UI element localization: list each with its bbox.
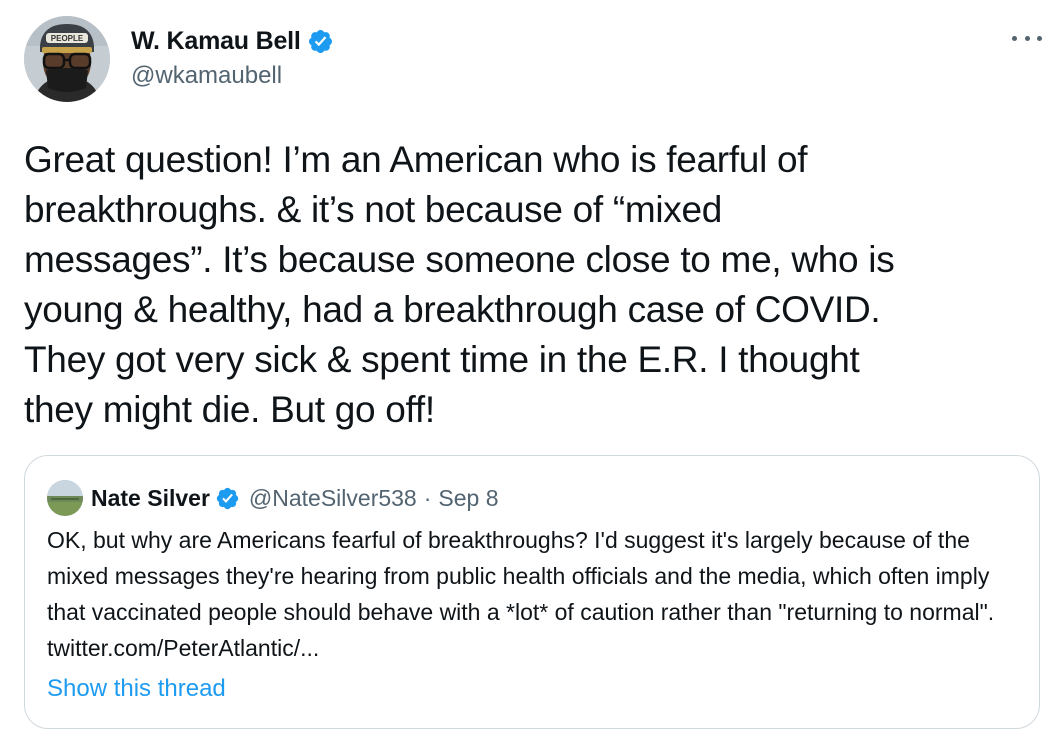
- author-avatar-image: PEOPLE: [24, 16, 110, 102]
- quoted-tweet[interactable]: Nate Silver @NateSilver538 · Sep 8 OK, b…: [24, 455, 1040, 729]
- show-this-thread-link[interactable]: Show this thread: [47, 675, 226, 703]
- more-options-icon[interactable]: [1012, 28, 1042, 48]
- quoted-author-handle: @NateSilver538: [248, 484, 417, 511]
- more-dot: [1024, 35, 1030, 41]
- more-dot: [1012, 35, 1017, 41]
- author-handle[interactable]: @wkamaubell: [131, 62, 334, 90]
- svg-text:PEOPLE: PEOPLE: [51, 34, 84, 43]
- author-avatar[interactable]: PEOPLE: [24, 16, 110, 102]
- quoted-author-avatar: [47, 480, 83, 516]
- author-display-name[interactable]: W. Kamau Bell: [131, 27, 301, 56]
- quoted-tweet-text: OK, but why are Americans fearful of bre…: [47, 527, 995, 661]
- tweet-text: Great question! I’m an American who is f…: [24, 139, 895, 430]
- quoted-tweet-header: Nate Silver @NateSilver538 · Sep 8: [47, 480, 499, 516]
- more-dot: [1037, 35, 1042, 41]
- quoted-author-avatar-image: [47, 480, 83, 516]
- tweet-card: PEOPLE W. Kamau Bell @wkamaubell Great q…: [0, 0, 1062, 746]
- verified-badge-icon: [216, 487, 239, 509]
- verified-badge-icon: [308, 29, 332, 53]
- quoted-tweet-date: Sep 8: [438, 484, 499, 511]
- quoted-separator: ·: [423, 484, 432, 511]
- quoted-author-display-name: Nate Silver: [91, 484, 210, 511]
- author-info: W. Kamau Bell @wkamaubell: [131, 22, 334, 90]
